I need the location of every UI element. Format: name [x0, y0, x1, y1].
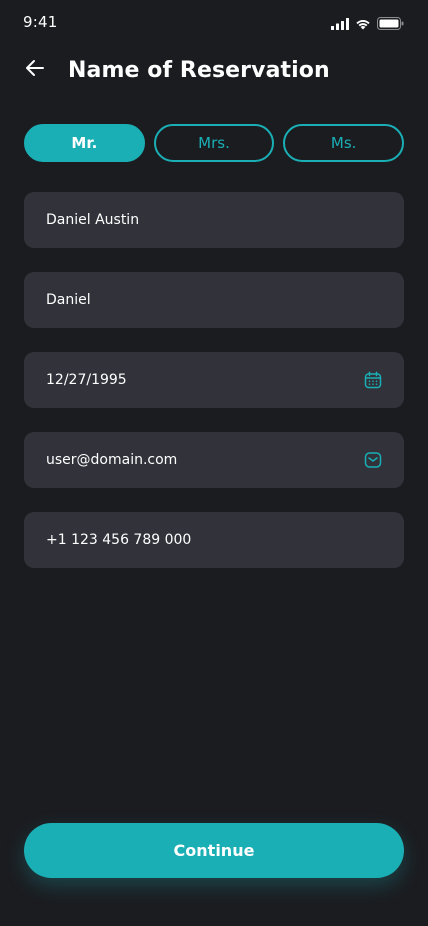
date-of-birth-field[interactable] [24, 352, 404, 408]
title-option-ms[interactable]: Ms. [283, 124, 405, 162]
nickname-field[interactable] [24, 272, 404, 328]
title-selector: Mr. Mrs. Ms. [24, 124, 405, 162]
back-button[interactable] [24, 54, 56, 86]
phone-input[interactable] [44, 531, 384, 549]
title-option-mrs[interactable]: Mrs. [153, 124, 275, 162]
mail-icon [362, 449, 384, 471]
battery-icon [377, 15, 404, 34]
cellular-signal-icon [331, 15, 349, 34]
wifi-icon [355, 15, 371, 34]
calendar-icon[interactable] [362, 369, 384, 391]
phone-field[interactable] [24, 512, 404, 568]
page-title: Name of Reservation [68, 57, 330, 83]
title-option-mr[interactable]: Mr. [24, 124, 145, 162]
header: Name of Reservation [24, 50, 404, 90]
full-name-field[interactable] [24, 192, 404, 248]
full-name-input[interactable] [44, 211, 384, 229]
status-time: 9:41 [23, 13, 58, 31]
date-of-birth-input[interactable] [44, 371, 362, 389]
continue-button[interactable]: Continue [24, 823, 404, 878]
nickname-input[interactable] [44, 291, 384, 309]
email-input[interactable] [44, 451, 362, 469]
status-icons [331, 15, 404, 34]
email-field[interactable] [24, 432, 404, 488]
status-bar: 9:41 [0, 0, 428, 44]
reservation-screen: 9:41 Name of Reservation Mr. Mrs. Ms. Da… [0, 0, 428, 926]
arrow-left-icon [24, 57, 46, 83]
